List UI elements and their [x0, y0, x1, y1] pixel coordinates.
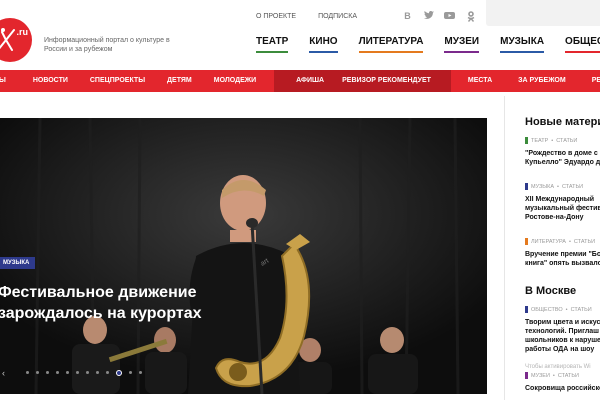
- hero-slider[interactable]: art МУЗЫКА Фестивальное движение зарожда…: [0, 118, 487, 394]
- category-color-bar: [525, 306, 528, 313]
- slider-dot[interactable]: [106, 371, 109, 374]
- page: .ru Информационный портал о культуре в Р…: [0, 0, 600, 400]
- entry-category: ТЕАТР: [531, 137, 549, 144]
- entry-type: СТАТЬИ: [561, 183, 584, 190]
- slider-dot[interactable]: [66, 371, 69, 374]
- social-links: В: [402, 11, 497, 22]
- slider-dot-active[interactable]: [116, 370, 122, 376]
- nav-children[interactable]: ДЕТЯМ: [167, 70, 192, 92]
- nav-society[interactable]: ОБЩЕСТВО: [565, 36, 600, 53]
- nav-revizor-recommends[interactable]: РЕВИЗОР РЕКОМЕНДУЕТ: [338, 70, 451, 92]
- secondary-nav: Ы НОВОСТИ СПЕЦПРОЕКТЫ ДЕТЯМ МОЛОДЕЖИ АФИ…: [0, 70, 600, 92]
- site-tagline: Информационный портал о культуре в Росси…: [44, 37, 170, 53]
- slider-dot[interactable]: [76, 371, 79, 374]
- slider-dot[interactable]: [86, 371, 89, 374]
- entry-type: СТАТЬИ: [570, 306, 592, 313]
- slider-dots: [26, 370, 142, 376]
- nav-advertising[interactable]: РЕКЛАМА НА ПОРТАЛ: [592, 70, 600, 92]
- entry-type: СТАТЬИ: [573, 238, 596, 245]
- slider-prev-icon[interactable]: ‹: [2, 368, 5, 378]
- site-logo[interactable]: .ru: [0, 18, 32, 62]
- category-badge[interactable]: МУЗЫКА: [0, 257, 36, 269]
- slider-dot[interactable]: [46, 371, 49, 374]
- moscow-entry[interactable]: МУЗЕИ • СТАТЬИ Сокровища российско: [525, 372, 600, 393]
- entry-type: СТАТЬИ: [557, 372, 579, 379]
- slider-dot[interactable]: [129, 371, 132, 374]
- nav-theater[interactable]: ТЕАТР: [256, 36, 289, 53]
- entry-title[interactable]: XII Международный музыкальный фестив Рос…: [525, 195, 600, 222]
- twitter-icon[interactable]: [423, 11, 434, 22]
- hero-title[interactable]: Фестивальное движение зарождалось на кур…: [0, 282, 228, 324]
- entry-title[interactable]: Творим цвета и искусс технологий. Пригла…: [525, 318, 600, 354]
- nav-music[interactable]: МУЗЫКА: [500, 36, 545, 53]
- nav-special-projects[interactable]: СПЕЦПРОЕКТЫ: [90, 70, 145, 92]
- moscow-entry[interactable]: ОБЩЕСТВО• СТАТЬИ Творим цвета и искусс т…: [525, 306, 600, 354]
- news-entry[interactable]: МУЗЫКА • СТАТЬИ XII Международный музыкал…: [525, 183, 600, 222]
- nav-places[interactable]: МЕСТА: [468, 70, 492, 92]
- nav-museums[interactable]: МУЗЕИ: [444, 36, 480, 53]
- nav-partial-item[interactable]: Ы: [0, 70, 6, 92]
- news-entry[interactable]: ЛИТЕРАТУРА • СТАТЬИ Вручение премии "Бо к…: [525, 238, 600, 268]
- vk-icon[interactable]: В: [402, 11, 413, 22]
- youtube-icon[interactable]: [444, 11, 455, 22]
- hero-photo: art: [0, 118, 487, 394]
- entry-meta: МУЗЫКА • СТАТЬИ: [525, 183, 600, 190]
- subscribe-link[interactable]: ПОДПИСКА: [318, 13, 357, 20]
- top-links: О ПРОЕКТЕ ПОДПИСКА: [256, 13, 357, 20]
- logo-domain-text: .ru: [16, 27, 28, 37]
- entry-category: МУЗЫКА: [531, 183, 555, 190]
- news-entry[interactable]: ТЕАТР • СТАТЬИ "Рождество в доме с Купьел…: [525, 137, 600, 167]
- entry-type: СТАТЬИ: [556, 137, 578, 144]
- category-color-bar: [525, 137, 528, 144]
- entry-category: МУЗЕИ: [531, 372, 550, 379]
- new-materials-title[interactable]: Новые материа: [525, 116, 600, 128]
- entry-category: ОБЩЕСТВО: [531, 306, 563, 313]
- slider-dot[interactable]: [56, 371, 59, 374]
- site-header: .ru Информационный портал о культуре в Р…: [0, 0, 600, 70]
- odnoklassniki-icon[interactable]: [465, 11, 476, 22]
- entry-meta: ТЕАТР • СТАТЬИ: [525, 137, 600, 144]
- activation-watermark: Чтобы активировать Wi: [525, 364, 591, 370]
- nav-literature[interactable]: ЛИТЕРАТУРА: [358, 36, 424, 53]
- nav-afisha[interactable]: АФИША: [274, 70, 339, 92]
- category-color-bar: [525, 372, 528, 379]
- slider-dot[interactable]: [139, 371, 142, 374]
- entry-title[interactable]: Вручение премии "Бо книга" опять вызвало: [525, 250, 600, 268]
- slider-dot[interactable]: [26, 371, 29, 374]
- entry-title[interactable]: Сокровища российско: [525, 384, 600, 393]
- about-link[interactable]: О ПРОЕКТЕ: [256, 13, 296, 20]
- entry-meta: ОБЩЕСТВО • СТАТЬИ: [525, 306, 600, 313]
- category-color-bar: [525, 238, 528, 245]
- slider-dot[interactable]: [96, 371, 99, 374]
- nav-cinema[interactable]: КИНО: [309, 36, 338, 53]
- category-color-bar: [525, 183, 528, 190]
- search-field[interactable]: [486, 0, 600, 26]
- entry-title[interactable]: "Рождество в доме с Купьелло" Эдуардо д: [525, 149, 600, 167]
- entry-category: ЛИТЕРАТУРА: [531, 238, 566, 245]
- entry-meta: ЛИТЕРАТУРА • СТАТЬИ: [525, 238, 600, 245]
- nav-youth[interactable]: МОЛОДЕЖИ: [214, 70, 256, 92]
- main-nav: ТЕАТР КИНО ЛИТЕРАТУРА МУЗЕИ МУЗЫКА ОБЩЕС…: [256, 36, 600, 53]
- slider-dot[interactable]: [36, 371, 39, 374]
- nav-news[interactable]: НОВОСТИ: [33, 70, 68, 92]
- entry-meta: МУЗЕИ • СТАТЬИ: [525, 372, 600, 379]
- sidebar: Новые материа ТЕАТР• СТАТЬИ "Рождество в…: [504, 96, 600, 400]
- nav-abroad[interactable]: ЗА РУБЕЖОМ: [518, 70, 566, 92]
- moscow-title[interactable]: В Москве: [525, 285, 576, 297]
